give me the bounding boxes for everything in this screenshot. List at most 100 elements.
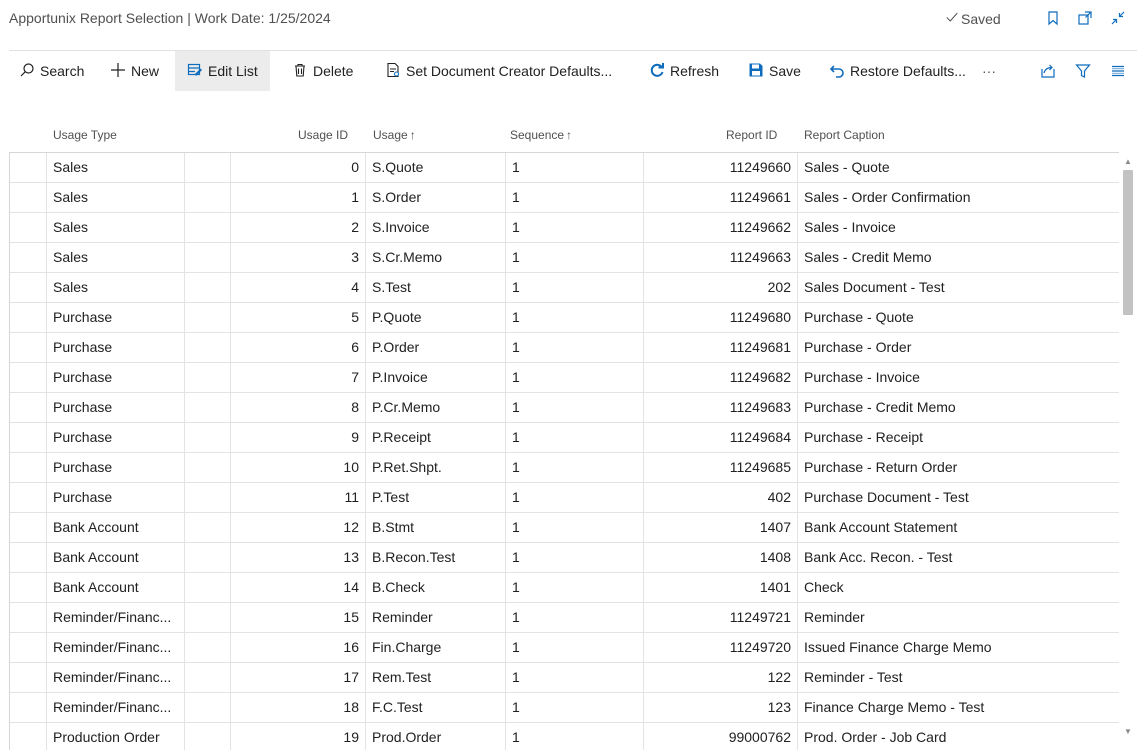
usage-cell[interactable]: P.Order [366, 333, 506, 362]
usage-id-cell[interactable]: 4 [231, 273, 366, 302]
blank-cell[interactable] [185, 483, 231, 512]
edit-list-button[interactable]: Edit List [175, 51, 270, 91]
sequence-cell[interactable]: 1 [506, 483, 644, 512]
table-row[interactable]: Reminder/Financ... 16 Fin.Charge 1 11249720 I… [10, 633, 1119, 663]
sequence-cell[interactable]: 1 [506, 393, 644, 422]
sequence-cell[interactable]: 1 [506, 723, 644, 750]
report-id-cell[interactable]: 11249721 [644, 603, 798, 632]
usage-type-cell[interactable]: Reminder/Financ... [47, 603, 185, 632]
usage-id-cell[interactable]: 5 [231, 303, 366, 332]
row-selector-cell[interactable] [10, 483, 47, 512]
report-caption-cell[interactable]: Purchase - Order [798, 333, 1119, 362]
table-row[interactable]: Sales 2 S.Invoice 1 11249662 Sales - Invoice [10, 213, 1119, 243]
usage-id-cell[interactable]: 0 [231, 153, 366, 182]
report-id-cell[interactable]: 1408 [644, 543, 798, 572]
blank-cell[interactable] [185, 663, 231, 692]
report-caption-cell[interactable]: Sales - Invoice [798, 213, 1119, 242]
usage-cell[interactable]: P.Cr.Memo [366, 393, 506, 422]
report-id-cell[interactable]: 11249684 [644, 423, 798, 452]
report-caption-cell[interactable]: Purchase - Invoice [798, 363, 1119, 392]
row-selector-cell[interactable] [10, 243, 47, 272]
usage-cell[interactable]: F.C.Test [366, 693, 506, 722]
table-row[interactable]: Bank Account 12 B.Stmt 1 1407 Bank Account St… [10, 513, 1119, 543]
list-view-icon[interactable] [1109, 62, 1127, 80]
report-caption-cell[interactable]: Bank Acc. Recon. - Test [798, 543, 1119, 572]
report-id-cell[interactable]: 99000762 [644, 723, 798, 750]
sequence-cell[interactable]: 1 [506, 543, 644, 572]
usage-type-cell[interactable]: Reminder/Financ... [47, 693, 185, 722]
report-caption-cell[interactable]: Issued Finance Charge Memo [798, 633, 1119, 662]
report-id-cell[interactable]: 11249682 [644, 363, 798, 392]
report-id-cell[interactable]: 11249685 [644, 453, 798, 482]
usage-type-cell[interactable]: Bank Account [47, 573, 185, 602]
table-row[interactable]: Bank Account 13 B.Recon.Test 1 1408 Bank Acc.… [10, 543, 1119, 573]
bookmark-icon[interactable] [1044, 9, 1062, 27]
report-caption-cell[interactable]: Prod. Order - Job Card [798, 723, 1119, 750]
row-selector-cell[interactable] [10, 453, 47, 482]
table-row[interactable]: Purchase 7 P.Invoice 1 11249682 Purchase - In… [10, 363, 1119, 393]
usage-id-cell[interactable]: 8 [231, 393, 366, 422]
report-id-cell[interactable]: 1407 [644, 513, 798, 542]
usage-id-cell[interactable]: 18 [231, 693, 366, 722]
usage-type-cell[interactable]: Bank Account [47, 513, 185, 542]
row-selector-cell[interactable] [10, 423, 47, 452]
report-caption-cell[interactable]: Purchase - Credit Memo [798, 393, 1119, 422]
table-row[interactable]: Production Order 19 Prod.Order 1 99000762 Pro… [10, 723, 1119, 750]
report-caption-cell[interactable]: Sales - Quote [798, 153, 1119, 182]
sequence-cell[interactable]: 1 [506, 183, 644, 212]
row-selector-cell[interactable] [10, 663, 47, 692]
blank-cell[interactable] [185, 153, 231, 182]
row-selector-cell[interactable] [10, 633, 47, 662]
row-selector-cell[interactable] [10, 603, 47, 632]
sequence-cell[interactable]: 1 [506, 633, 644, 662]
usage-type-cell[interactable]: Purchase [47, 393, 185, 422]
usage-id-cell[interactable]: 17 [231, 663, 366, 692]
report-id-cell[interactable]: 11249683 [644, 393, 798, 422]
usage-type-cell[interactable]: Reminder/Financ... [47, 663, 185, 692]
table-row[interactable]: Sales 4 S.Test 1 202 Sales Document - Test [10, 273, 1119, 303]
table-row[interactable]: Reminder/Financ... 15 Reminder 1 11249721 Rem… [10, 603, 1119, 633]
report-caption-cell[interactable]: Purchase - Receipt [798, 423, 1119, 452]
report-caption-cell[interactable]: Purchase Document - Test [798, 483, 1119, 512]
usage-type-cell[interactable]: Reminder/Financ... [47, 633, 185, 662]
report-caption-cell[interactable]: Sales - Order Confirmation [798, 183, 1119, 212]
row-selector-cell[interactable] [10, 333, 47, 362]
usage-cell[interactable]: P.Quote [366, 303, 506, 332]
set-document-creator-defaults-button[interactable]: Set Document Creator Defaults... [385, 51, 612, 91]
report-id-cell[interactable]: 11249660 [644, 153, 798, 182]
report-id-cell[interactable]: 202 [644, 273, 798, 302]
usage-cell[interactable]: P.Ret.Shpt. [366, 453, 506, 482]
usage-type-cell[interactable]: Sales [47, 273, 185, 302]
blank-cell[interactable] [185, 393, 231, 422]
sequence-cell[interactable]: 1 [506, 513, 644, 542]
sequence-cell[interactable]: 1 [506, 273, 644, 302]
row-selector-cell[interactable] [10, 513, 47, 542]
sequence-cell[interactable]: 1 [506, 243, 644, 272]
table-row[interactable]: Purchase 9 P.Receipt 1 11249684 Purchase - Re… [10, 423, 1119, 453]
usage-cell[interactable]: S.Cr.Memo [366, 243, 506, 272]
usage-id-cell[interactable]: 6 [231, 333, 366, 362]
report-caption-cell[interactable]: Bank Account Statement [798, 513, 1119, 542]
usage-id-cell[interactable]: 15 [231, 603, 366, 632]
usage-type-cell[interactable]: Purchase [47, 423, 185, 452]
save-button[interactable]: Save [748, 51, 801, 91]
blank-cell[interactable] [185, 423, 231, 452]
column-header-usage[interactable]: Usage ↑ [373, 128, 416, 142]
blank-cell[interactable] [185, 543, 231, 572]
usage-id-cell[interactable]: 11 [231, 483, 366, 512]
sequence-cell[interactable]: 1 [506, 603, 644, 632]
blank-cell[interactable] [185, 363, 231, 392]
blank-cell[interactable] [185, 573, 231, 602]
table-row[interactable]: Purchase 5 P.Quote 1 11249680 Purchase - Quot… [10, 303, 1119, 333]
usage-type-cell[interactable]: Sales [47, 213, 185, 242]
usage-id-cell[interactable]: 19 [231, 723, 366, 750]
usage-cell[interactable]: B.Recon.Test [366, 543, 506, 572]
new-button[interactable]: New [110, 51, 159, 91]
report-caption-cell[interactable]: Reminder - Test [798, 663, 1119, 692]
search-button[interactable]: Search [19, 51, 84, 91]
usage-cell[interactable]: S.Order [366, 183, 506, 212]
report-id-cell[interactable]: 123 [644, 693, 798, 722]
table-row[interactable]: Reminder/Financ... 17 Rem.Test 1 122 Reminder… [10, 663, 1119, 693]
row-selector-cell[interactable] [10, 693, 47, 722]
usage-cell[interactable]: B.Stmt [366, 513, 506, 542]
